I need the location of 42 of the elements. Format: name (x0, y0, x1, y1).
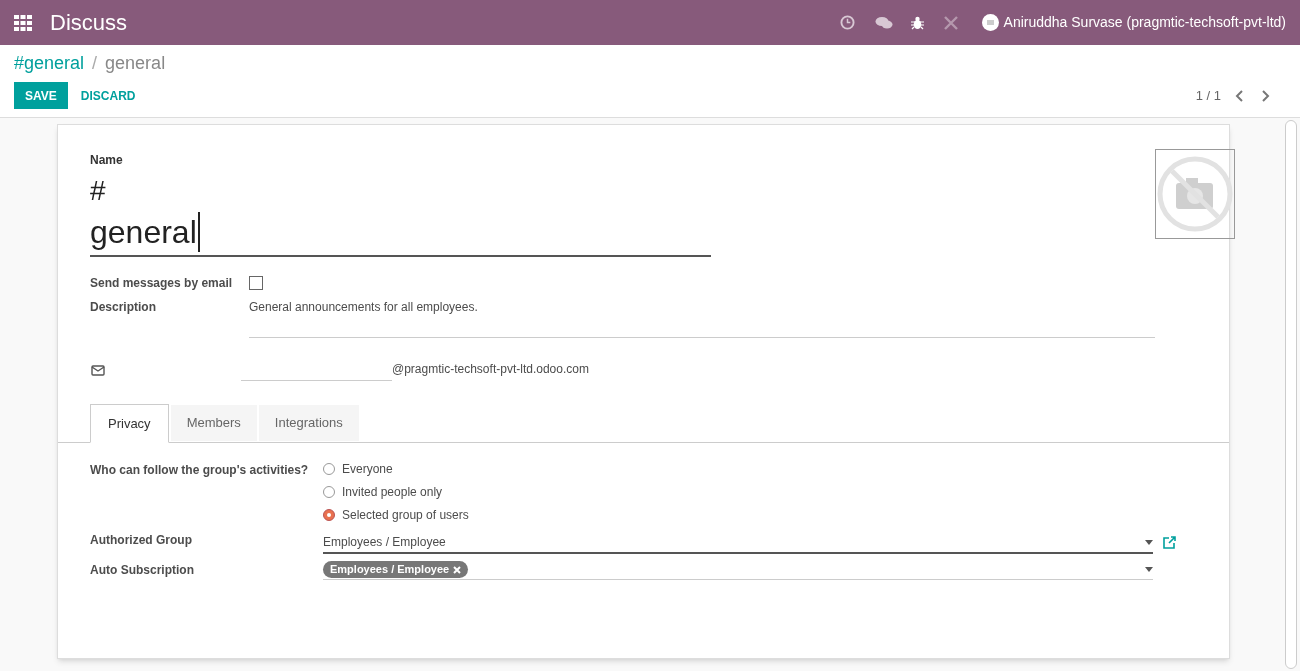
next-icon[interactable] (1261, 89, 1270, 102)
radio-button[interactable] (323, 509, 335, 521)
field-label: Who can follow the group's activities? (90, 462, 310, 479)
email-domain: @pragmtic-techsoft-pvt-ltd.odoo.com (392, 361, 589, 378)
field-label: Description (90, 299, 157, 316)
radio-button[interactable] (323, 486, 335, 498)
bug-icon[interactable] (910, 15, 924, 30)
field-label: Auto Subscription (90, 562, 195, 579)
app-title: Discuss (50, 9, 127, 37)
previous-icon[interactable] (1235, 89, 1244, 102)
scrollbar[interactable] (1285, 120, 1297, 669)
tab[interactable]: Privacy (90, 404, 169, 443)
pager-value: 1 / 1 (1195, 86, 1221, 105)
radio-button[interactable] (323, 463, 335, 475)
envelope-icon (91, 365, 105, 376)
name-prefix: # (90, 174, 107, 208)
remove-icon[interactable] (453, 565, 462, 574)
checkbox[interactable] (249, 276, 263, 290)
radio-label[interactable]: Invited people only (342, 483, 443, 501)
auto-subscription-field[interactable]: Employees / Employee (323, 560, 1153, 580)
caret-icon (1145, 567, 1153, 572)
field-label: Send messages by email (90, 275, 234, 292)
tab[interactable]: Members (170, 405, 257, 441)
radio-label[interactable]: Selected group of users (342, 506, 469, 524)
image-placeholder[interactable] (1155, 149, 1235, 239)
tag: Employees / Employee (323, 561, 469, 578)
radio-label[interactable]: Everyone (342, 460, 393, 478)
tab[interactable]: Integrations (258, 405, 359, 441)
apps-menu-icon[interactable] (14, 14, 32, 31)
avatar-icon[interactable] (981, 14, 999, 31)
description-field[interactable]: General announcements for all employees. (249, 298, 1155, 338)
user-menu[interactable]: Aniruddha Survase (pragmtic-techsoft-pvt-ltd) (1003, 12, 1286, 33)
name-input[interactable]: general (90, 209, 711, 257)
chat-bubbles-icon[interactable] (874, 15, 893, 30)
breadcrumb-separator: / (92, 51, 98, 75)
breadcrumb-current: general (105, 51, 166, 75)
field-label: Name (90, 152, 124, 169)
authorized-group-select[interactable]: Employees / Employee (323, 532, 1153, 554)
clock-icon[interactable] (839, 15, 855, 30)
external-link-icon[interactable] (1163, 536, 1176, 549)
caret-icon (1145, 539, 1153, 545)
field-label: Authorized Group (90, 532, 193, 549)
